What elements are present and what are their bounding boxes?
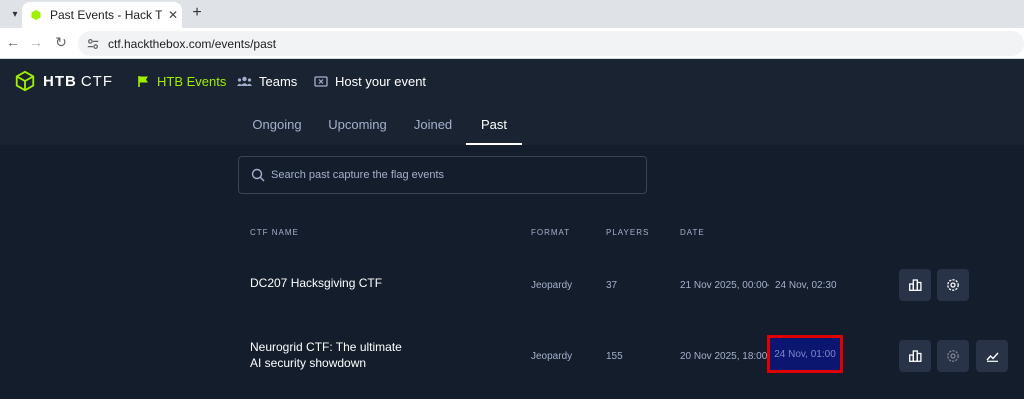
ctf-name-line-1[interactable]: Neurogrid CTF: The ultimate (250, 339, 402, 355)
flag-icon (138, 76, 148, 87)
browser-tab[interactable]: Past Events - Hack The B ✕ (22, 2, 182, 28)
ctf-date-start: 21 Nov 2025, 00:00 (680, 280, 768, 291)
ctf-format: Jeopardy (531, 351, 573, 362)
ctf-name-line-2[interactable]: AI security showdown (250, 355, 366, 371)
new-tab-button[interactable]: + (188, 4, 206, 22)
scoreboard-button[interactable] (899, 340, 931, 372)
users-icon (237, 76, 252, 86)
search-input[interactable] (271, 169, 631, 181)
ctf-players: 37 (606, 280, 618, 291)
settings-button[interactable] (937, 269, 969, 301)
search-icon (251, 168, 265, 182)
chart-icon (985, 352, 999, 362)
site-settings-icon[interactable] (86, 37, 100, 51)
settings-icon (947, 279, 959, 291)
ctf-players: 155 (606, 351, 623, 362)
column-header-ctf-name: CTF NAME (250, 228, 299, 237)
tab-title: Past Events - Hack The B (50, 8, 162, 22)
nav-htb-events-label: HTB Events (157, 74, 227, 89)
tab-close-icon[interactable]: ✕ (168, 8, 178, 22)
htb-ctf-logo[interactable]: HTB CTF (14, 70, 113, 92)
nav-host-your-event[interactable]: Host your event (314, 74, 426, 89)
ctf-format: Jeopardy (531, 280, 573, 291)
logo-htb-text: HTB (43, 72, 77, 90)
search-box[interactable] (238, 156, 647, 194)
scoreboard-button[interactable] (899, 269, 931, 301)
url-text: ctf.hackthebox.com/events/past (108, 36, 277, 51)
column-header-format: FORMAT (531, 228, 571, 237)
ctf-date-end: 24 Nov, 02:30 (775, 280, 837, 291)
browser-tabbar: ▾ Past Events - Hack The B ✕ + (0, 0, 1024, 28)
tab-past[interactable]: Past (466, 118, 522, 145)
nav-htb-events[interactable]: HTB Events (138, 74, 226, 89)
ctf-date-end-highlight: 24 Nov, 01:00 (767, 335, 843, 373)
scoreboard-icon (908, 350, 922, 362)
column-header-date: DATE (680, 228, 705, 237)
column-header-players: PLAYERS (606, 228, 650, 237)
date-separator: - (766, 280, 770, 291)
settings-icon (947, 350, 959, 362)
scoreboard-icon (908, 279, 922, 291)
ctf-date-end: 24 Nov, 01:00 (774, 348, 836, 360)
back-icon[interactable]: ← (4, 34, 22, 50)
chart-button[interactable] (976, 340, 1008, 372)
nav-teams[interactable]: Teams (237, 74, 297, 89)
reload-icon[interactable]: ↻ (52, 34, 70, 51)
htb-cube-icon (15, 70, 35, 92)
nav-host-your-event-label: Host your event (335, 74, 427, 89)
url-field[interactable]: ctf.hackthebox.com/events/past (78, 31, 1024, 56)
ctf-name[interactable]: DC207 Hacksgiving CTF (250, 275, 382, 291)
tab-ongoing[interactable]: Ongoing (240, 118, 314, 145)
tab-joined[interactable]: Joined (400, 118, 466, 145)
htb-favicon-icon (31, 10, 41, 20)
tab-upcoming[interactable]: Upcoming (320, 118, 395, 145)
ctf-date-start: 20 Nov 2025, 18:00 (680, 351, 768, 362)
app-header: HTB CTF HTB Events Teams Host your event… (0, 59, 1024, 145)
forward-icon[interactable]: → (27, 34, 45, 50)
nav-teams-label: Teams (259, 74, 298, 89)
settings-button[interactable] (937, 340, 969, 372)
browser-addressbar: ← → ↻ ctf.hackthebox.com/events/past (0, 28, 1024, 59)
logo-ctf-text: CTF (80, 72, 113, 90)
ticket-icon (314, 76, 328, 87)
